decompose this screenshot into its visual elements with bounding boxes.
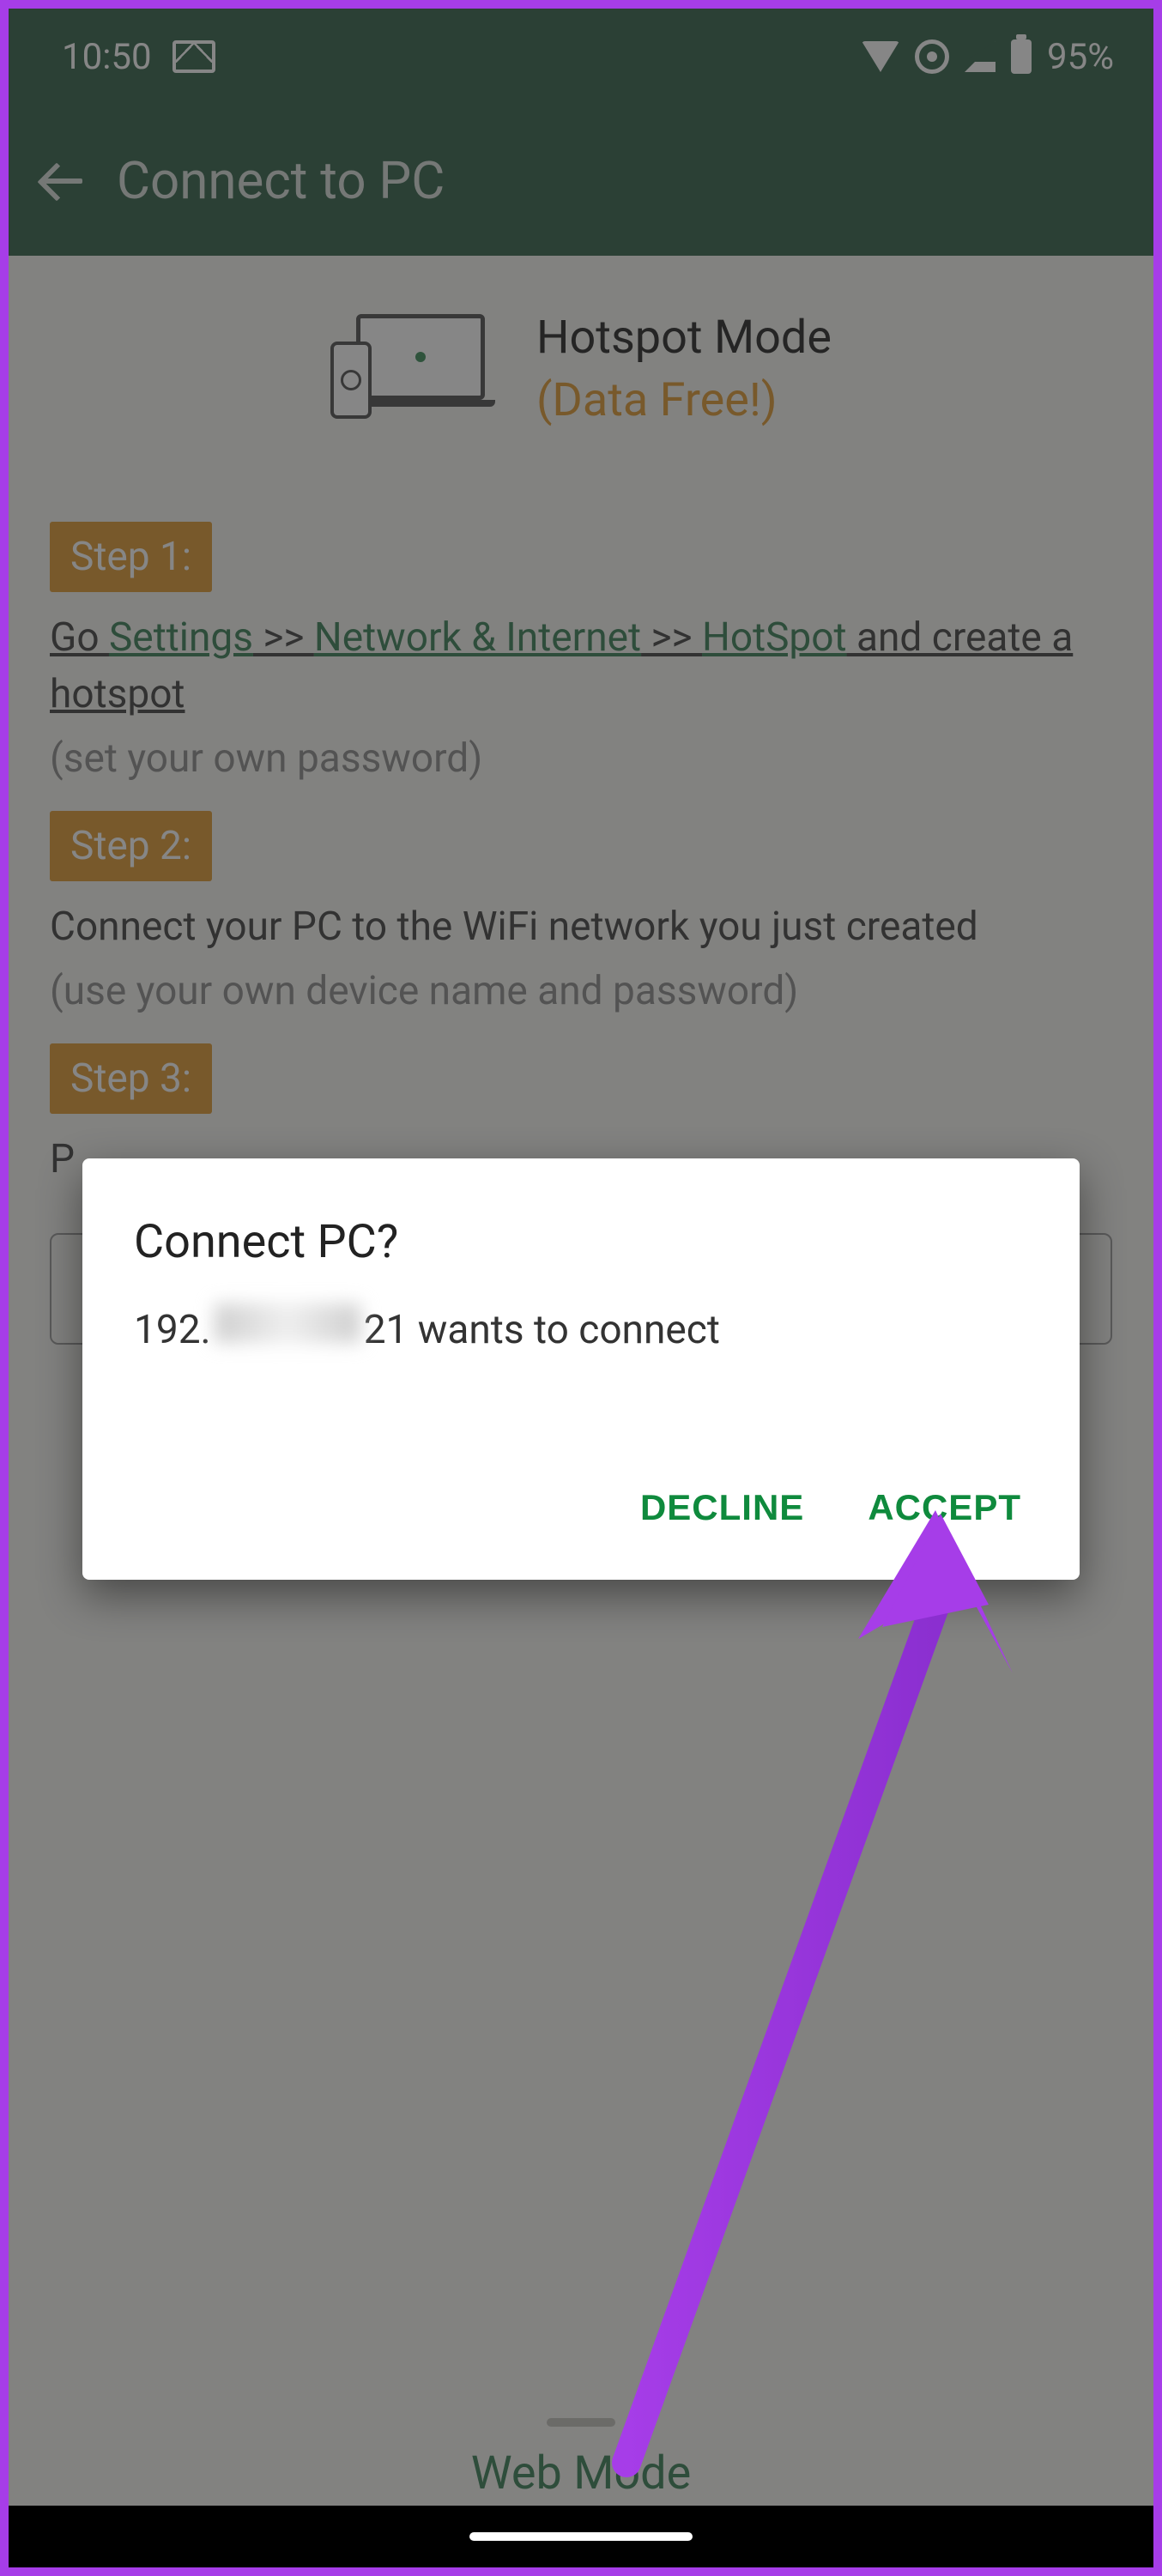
decline-button[interactable]: DECLINE (633, 1473, 811, 1542)
dialog-message: 192. 21 wants to connect (134, 1303, 1028, 1353)
accept-button[interactable]: ACCEPT (861, 1473, 1028, 1542)
dialog-ip-suffix: 21 wants to connect (364, 1307, 720, 1353)
dialog-ip-prefix: 192. (134, 1307, 211, 1353)
navigation-bar (9, 2506, 1153, 2567)
home-gesture-pill[interactable] (469, 2532, 693, 2541)
connect-pc-dialog: Connect PC? 192. 21 wants to connect DEC… (82, 1158, 1080, 1580)
dialog-title: Connect PC? (134, 1215, 1028, 1269)
redacted-ip-segment (215, 1303, 360, 1343)
